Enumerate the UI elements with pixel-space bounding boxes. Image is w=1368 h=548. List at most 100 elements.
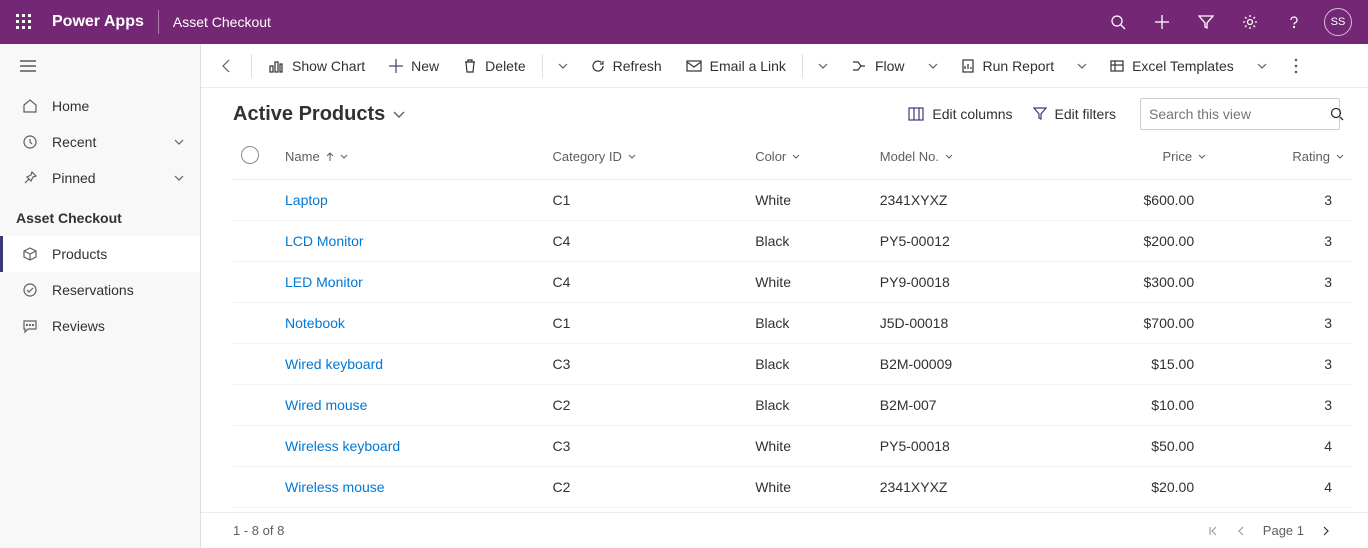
add-icon[interactable] [1140,0,1184,44]
cell-color: Black [747,303,872,344]
more-commands[interactable] [1280,50,1312,82]
cell-name[interactable]: Wireless mouse [277,467,545,508]
edit-filters-button[interactable]: Edit filters [1033,106,1116,122]
table-row[interactable]: Wireless mouseC2White2341XYXZ$20.004 [233,467,1352,508]
show-chart-label: Show Chart [292,58,365,74]
row-select[interactable] [233,426,277,467]
refresh-button[interactable]: Refresh [581,50,672,82]
cell-rating: 3 [1214,221,1352,262]
nav-pinned[interactable]: Pinned [0,160,200,196]
row-select[interactable] [233,385,277,426]
cell-name[interactable]: Wired keyboard [277,344,545,385]
row-select[interactable] [233,303,277,344]
comment-icon [20,318,40,334]
run-report-label: Run Report [983,58,1055,74]
search-view-input[interactable] [1149,106,1330,122]
sidebar-item-label: Products [52,246,107,262]
chevron-down-icon [945,154,953,159]
home-icon [20,98,40,114]
flow-dropdown[interactable] [919,50,947,82]
row-select[interactable] [233,262,277,303]
row-select[interactable] [233,180,277,221]
select-all-column[interactable] [233,136,277,180]
flow-button[interactable]: Flow [841,50,915,82]
table-row[interactable]: LCD MonitorC4BlackPY5-00012$200.003 [233,221,1352,262]
table-row[interactable]: Wireless keyboardC3WhitePY5-00018$50.004 [233,426,1352,467]
cell-name[interactable]: LED Monitor [277,262,545,303]
cell-name[interactable]: LCD Monitor [277,221,545,262]
refresh-label: Refresh [613,58,662,74]
sidebar-section-title: Asset Checkout [0,196,200,236]
sidebar-item-reservations[interactable]: Reservations [0,272,200,308]
cell-name[interactable]: Notebook [277,303,545,344]
delete-dropdown[interactable] [549,50,577,82]
view-title-label: Active Products [233,103,385,126]
table-row[interactable]: Wired keyboardC3BlackB2M-00009$15.003 [233,344,1352,385]
column-header-price[interactable]: Price [1054,136,1214,180]
search-view-box[interactable] [1140,98,1340,130]
nav-home[interactable]: Home [0,88,200,124]
pager-prev[interactable] [1227,517,1255,545]
excel-dropdown[interactable] [1248,50,1276,82]
excel-icon [1110,59,1124,73]
cmd-separator [251,54,252,78]
sidebar-item-reviews[interactable]: Reviews [0,308,200,344]
cell-color: Black [747,221,872,262]
cell-category: C1 [545,303,748,344]
excel-templates-button[interactable]: Excel Templates [1100,50,1244,82]
cell-name[interactable]: Wired mouse [277,385,545,426]
email-dropdown[interactable] [809,50,837,82]
pager-next[interactable] [1312,517,1340,545]
new-button[interactable]: New [379,50,449,82]
cell-model: J5D-00018 [872,303,1054,344]
model-app-name[interactable]: Asset Checkout [173,14,271,30]
new-label: New [411,58,439,74]
cell-rating: 3 [1214,262,1352,303]
filter-icon [1033,107,1047,121]
chevron-down-icon [1198,154,1206,159]
sidebar-toggle[interactable] [0,44,200,88]
row-select[interactable] [233,221,277,262]
column-header-model[interactable]: Model No. [872,136,1054,180]
flow-label: Flow [875,58,905,74]
cell-model: PY5-00018 [872,426,1054,467]
column-header-category[interactable]: Category ID [545,136,748,180]
email-link-button[interactable]: Email a Link [676,50,796,82]
search-icon[interactable] [1096,0,1140,44]
flow-icon [851,59,867,73]
search-icon [1330,107,1344,121]
sidebar-item-products[interactable]: Products [0,236,200,272]
cell-price: $600.00 [1054,180,1214,221]
nav-recent[interactable]: Recent [0,124,200,160]
cell-color: White [747,426,872,467]
column-header-color[interactable]: Color [747,136,872,180]
app-launcher-icon[interactable] [8,6,40,38]
table-row[interactable]: NotebookC1BlackJ5D-00018$700.003 [233,303,1352,344]
row-select[interactable] [233,467,277,508]
view-selector[interactable]: Active Products [233,103,405,126]
edit-filters-label: Edit filters [1055,106,1116,122]
cell-name[interactable]: Wireless keyboard [277,426,545,467]
help-icon[interactable] [1272,0,1316,44]
settings-icon[interactable] [1228,0,1272,44]
check-circle-icon [20,282,40,298]
pager-first[interactable] [1199,517,1227,545]
edit-columns-button[interactable]: Edit columns [908,106,1012,122]
delete-button[interactable]: Delete [453,50,535,82]
column-header-name[interactable]: Name [277,136,545,180]
row-select[interactable] [233,344,277,385]
chevron-down-icon [393,111,405,118]
user-avatar[interactable]: SS [1316,0,1360,44]
table-row[interactable]: LaptopC1White2341XYXZ$600.003 [233,180,1352,221]
filter-icon[interactable] [1184,0,1228,44]
run-report-button[interactable]: Run Report [951,50,1065,82]
cell-category: C3 [545,344,748,385]
table-row[interactable]: Wired mouseC2BlackB2M-007$10.003 [233,385,1352,426]
cell-category: C4 [545,262,748,303]
column-header-rating[interactable]: Rating [1214,136,1352,180]
report-dropdown[interactable] [1068,50,1096,82]
cell-name[interactable]: Laptop [277,180,545,221]
back-button[interactable] [209,50,245,82]
show-chart-button[interactable]: Show Chart [258,50,375,82]
table-row[interactable]: LED MonitorC4WhitePY9-00018$300.003 [233,262,1352,303]
